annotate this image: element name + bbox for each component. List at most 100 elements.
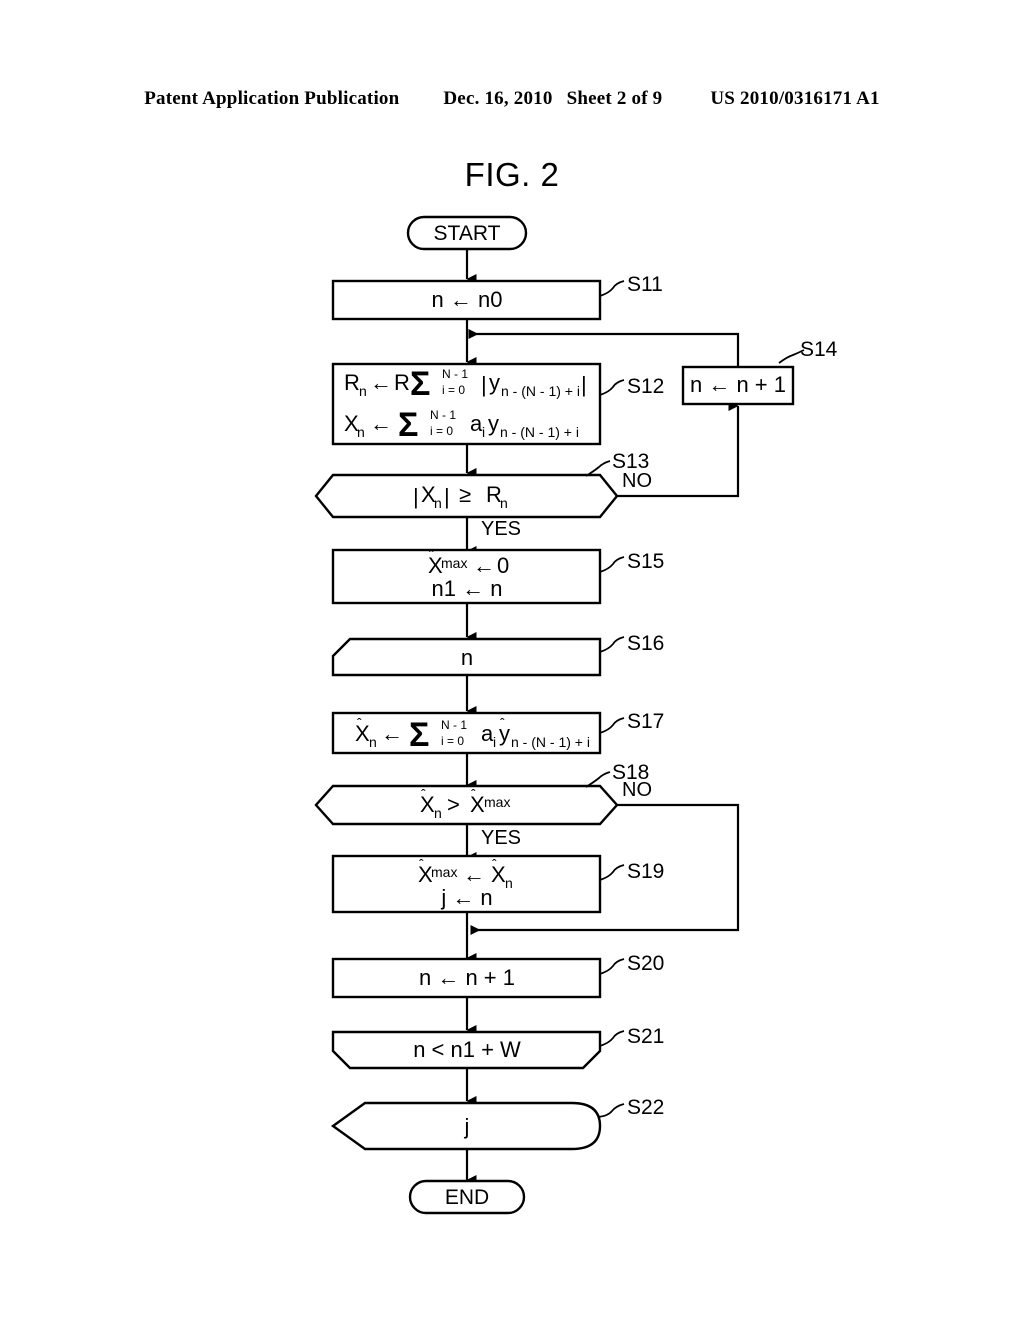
s15-line2: n1 ← n [432,576,503,601]
s19-leader [599,864,625,881]
s18-op: > [447,792,460,817]
s18-no-label: NO [622,779,652,801]
s17-arrow: ← [381,721,403,746]
s19-step-label: S19 [627,860,664,883]
s17-step-label: S17 [627,710,664,733]
s12-step-label: S12 [627,375,664,398]
node-s19[interactable]: X ˆ max ← X ˆ n j ← n [331,854,602,914]
s11-step-label: S11 [627,273,663,296]
s21-step-label: S21 [627,1025,664,1048]
s21-text: n < n1 + W [413,1037,521,1062]
s13-text: | X n | ≥ R n [413,482,508,511]
s12-l1-R: R [344,370,360,395]
flowchart-canvas: START n ← n0 S11 R n ← R Σ N - 1 i = 0 |… [314,215,838,1215]
s12-l1-sigma: Σ [410,365,430,403]
s12-l1-sum-upper: N - 1 [442,367,468,381]
s22-text: j [464,1114,470,1139]
s19-l1-hat: ˆ [419,856,424,872]
node-s21[interactable]: n < n1 + W [331,1030,602,1070]
node-start[interactable]: START [406,215,528,251]
s20-step-label: S20 [627,952,664,975]
s15-leader [599,556,625,573]
s13-R-sub: n [500,495,508,511]
s16-leader [599,636,625,653]
s20-text: n ← n + 1 [419,965,515,990]
s17-y-sub: n - (N - 1) + i [511,734,590,750]
s17-X-sub: n [369,734,377,750]
s12-l2-arrow: ← [370,411,392,436]
s11-text: n ← n0 [432,287,503,312]
node-s16[interactable]: n [331,637,602,677]
s14-step-label: S14 [800,338,838,361]
node-s17[interactable]: X ˆ n ← Σ N - 1 i = 0 a i y ˆ n - (N - 1… [331,711,602,755]
s13-bar-open: | [413,484,419,509]
s16-step-label: S16 [627,632,664,655]
s13-yes-label: YES [481,518,521,540]
s17-sum-upper: N - 1 [441,718,467,732]
s12-l1-arrow: ← [370,370,392,395]
s12-l1-bar-close: | [581,372,587,397]
s18-X2-sup: max [484,794,510,810]
s12-l1-coef: R [394,370,410,395]
node-s15[interactable]: X ˆ max ← 0 n1 ← n [331,547,602,605]
s13-no-label: NO [622,470,652,492]
node-s18[interactable]: X ˆ n > X ˆ max [314,784,619,826]
s22-step-label: S22 [627,1096,664,1119]
node-s13[interactable]: | X n | ≥ R n [314,473,619,519]
s12-l2-y-sub: n - (N - 1) + i [500,424,579,440]
start-label: START [434,222,501,245]
s18-X1-sub: n [434,805,442,821]
s17-sum-lower: i = 0 [441,734,464,748]
s15-l1-sup: max [441,555,467,571]
node-end[interactable]: END [408,1179,526,1215]
s17-a-sub: i [493,734,496,750]
node-s22[interactable]: j [330,1101,602,1151]
s19-l1-rhs-hat: ˆ [492,856,497,872]
s15-step-label: S15 [627,550,664,573]
node-s11[interactable]: n ← n0 [331,279,602,321]
s12-l2-sum-lower: i = 0 [430,424,453,438]
s15-l1-zero: 0 [497,553,509,578]
s13-op: ≥ [459,482,471,507]
s14-text: n ← n + 1 [690,372,786,397]
s19-l1-arrow: ← [463,862,485,887]
s15-l1-arrow: ← [473,553,495,578]
s19-l1-rhs-sub: n [505,875,513,891]
s17-sigma: Σ [409,716,429,754]
s12-l2-a-sub: i [482,424,485,440]
s13-bar-close: | [444,484,450,509]
s15-l1-hat: ˆ [429,547,434,563]
s18-X1-hat: ˆ [421,786,426,802]
s12-l1-bar-open: | [481,372,487,397]
s13-leader [585,460,611,477]
s16-text: n [461,645,473,670]
s12-l2-y: y [488,411,499,436]
s12-l1-y-sub: n - (N - 1) + i [501,383,580,399]
s12-l2-X-sub: n [357,424,365,440]
s18-X2-hat: ˆ [471,786,476,802]
node-s12[interactable]: R n ← R Σ N - 1 i = 0 | y n - (N - 1) + … [331,362,602,446]
s12-leader [599,379,625,396]
s12-l1-y: y [489,370,500,395]
s18-shape [314,784,619,826]
s22-leader [597,1103,625,1118]
edge-s14-to-s12-trunk [468,329,740,367]
s12-l2-sigma: Σ [398,406,418,444]
s11-leader [599,280,625,297]
s19-line2: j ← n [440,885,492,910]
end-label: END [445,1186,489,1209]
s20-leader [599,958,625,975]
s19-l1-sup: max [431,864,457,880]
s12-l1-sum-lower: i = 0 [442,383,465,397]
s21-leader [599,1030,625,1047]
s12-l2-sum-upper: N - 1 [430,408,456,422]
s12-l1-R-sub: n [359,383,367,399]
s17-y-hat: ˆ [500,715,505,731]
s18-yes-label: YES [481,827,521,849]
s17-X-hat: ˆ [357,715,362,731]
s18-leader [585,771,611,788]
s13-X-sub: n [434,495,442,511]
s17-leader [599,717,625,734]
node-s14[interactable]: n ← n + 1 [681,365,795,406]
node-s20[interactable]: n ← n + 1 [331,957,602,999]
